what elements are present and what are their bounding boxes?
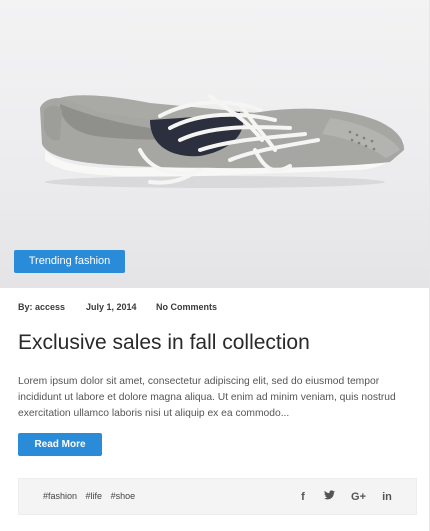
tag-life[interactable]: #life — [86, 491, 103, 501]
author-link[interactable]: By: access — [18, 302, 86, 316]
post-footer: #fashion #life #shoe f G+ in — [18, 478, 417, 515]
comments-link[interactable]: No Comments — [156, 302, 217, 316]
read-more-button[interactable]: Read More — [18, 433, 102, 456]
post-title[interactable]: Exclusive sales in fall collection — [18, 330, 418, 356]
linkedin-icon[interactable]: in — [382, 491, 392, 503]
sneaker-illustration — [40, 94, 405, 188]
tag-list: #fashion #life #shoe — [43, 479, 141, 514]
category-badge[interactable]: Trending fashion — [14, 250, 125, 273]
social-share: f G+ in — [298, 479, 392, 514]
google-plus-icon[interactable]: G+ — [351, 491, 366, 503]
blog-post-card: Trending fashion By: access July 1, 2014… — [0, 0, 430, 531]
post-meta: By: access July 1, 2014 No Comments — [18, 302, 217, 316]
featured-image[interactable]: Trending fashion — [0, 0, 430, 288]
post-date[interactable]: July 1, 2014 — [86, 302, 156, 316]
tag-shoe[interactable]: #shoe — [111, 491, 136, 501]
twitter-icon[interactable] — [324, 490, 336, 503]
tag-fashion[interactable]: #fashion — [43, 491, 77, 501]
facebook-icon[interactable]: f — [298, 491, 308, 503]
post-excerpt: Lorem ipsum dolor sit amet, consectetur … — [18, 376, 396, 419]
